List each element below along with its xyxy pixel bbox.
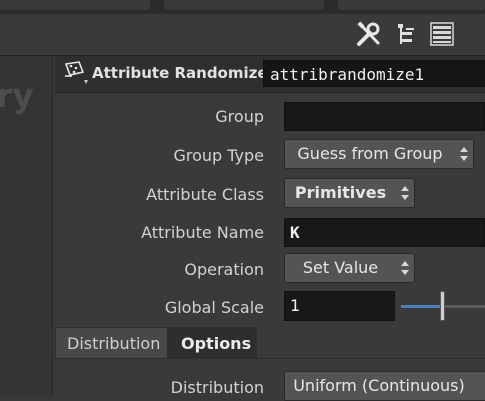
dice-icon[interactable]: [62, 60, 88, 86]
parameter-panel: Group Group Type Guess from Group Attrib…: [55, 93, 485, 401]
list-icon[interactable]: [428, 20, 456, 48]
window-top-strip: [0, 0, 485, 14]
updown-arrow-icon: [401, 186, 409, 200]
distribution-label: Distribution: [170, 378, 264, 397]
attribute-class-menu[interactable]: Primitives: [284, 178, 415, 208]
node-name-field[interactable]: attribrandomize1: [263, 60, 485, 87]
pane-toolbar: [0, 14, 485, 56]
attribute-name-field[interactable]: K: [284, 218, 485, 247]
group-type-value: Guess from Group: [297, 144, 443, 163]
pane-tab-middle[interactable]: [164, 0, 324, 10]
node-header: Attribute Randomize attribrandomize1: [55, 56, 485, 93]
left-pane-faded-text: ry: [0, 76, 34, 115]
node-type-label: Attribute Randomize: [92, 64, 268, 82]
group-label: Group: [215, 107, 264, 126]
operation-label: Operation: [184, 260, 264, 279]
distribution-value: Uniform (Continuous): [293, 376, 465, 395]
tab-options[interactable]: Options: [168, 327, 257, 359]
attribute-class-label: Attribute Class: [146, 185, 264, 204]
operation-value: Set Value: [302, 258, 379, 277]
operation-menu[interactable]: Set Value: [284, 253, 415, 283]
attribute-class-value: Primitives: [294, 183, 387, 202]
updown-arrow-icon: [401, 261, 409, 275]
attribute-name-label: Attribute Name: [141, 223, 264, 242]
group-field[interactable]: [284, 102, 485, 131]
pane-tab-left[interactable]: [0, 0, 150, 10]
group-type-label: Group Type: [173, 146, 264, 165]
global-scale-field[interactable]: 1: [284, 291, 395, 321]
pane-tab-right[interactable]: [338, 0, 485, 10]
global-scale-slider-rest[interactable]: [443, 305, 485, 308]
global-scale-slider-track[interactable]: [401, 305, 443, 308]
tree-view-icon[interactable]: [393, 20, 421, 48]
global-scale-label: Global Scale: [164, 298, 264, 317]
global-scale-slider-handle[interactable]: [440, 291, 445, 321]
updown-arrow-icon: [460, 147, 468, 161]
group-type-menu[interactable]: Guess from Group: [284, 139, 474, 169]
left-pane: ry: [0, 56, 53, 397]
tab-divider: [257, 358, 485, 359]
tab-distribution[interactable]: Distribution: [55, 327, 168, 359]
wrench-screwdriver-icon[interactable]: [355, 20, 383, 48]
